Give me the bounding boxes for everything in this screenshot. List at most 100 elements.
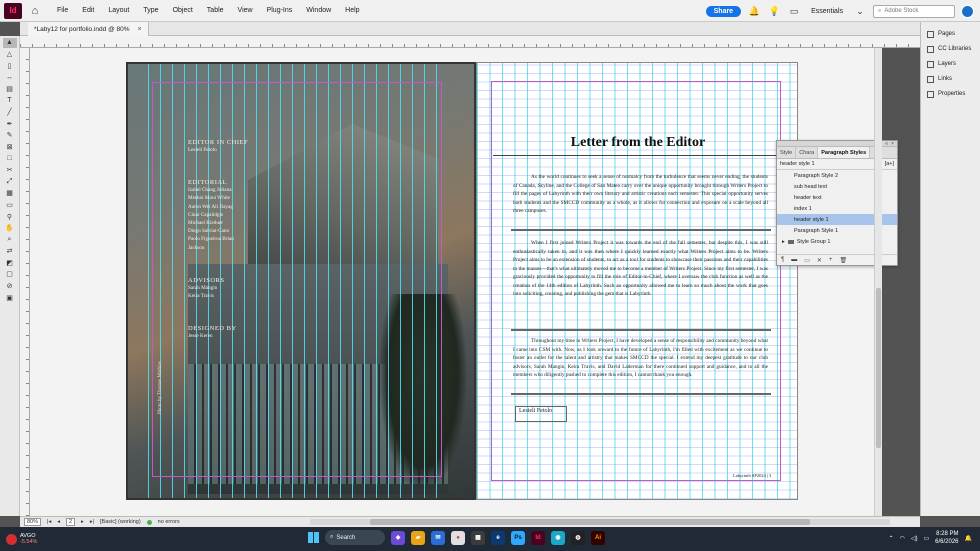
first-page-icon[interactable]: |◂ [47,519,51,525]
preflight-profile[interactable]: [Basic] (working) [100,519,141,525]
panel-layout-icon[interactable]: ▭ [787,4,801,18]
gradient-tool-icon[interactable]: ▦ [3,188,17,198]
vertical-scrollbar[interactable] [874,48,882,516]
avatar[interactable] [961,4,974,18]
vertical-ruler[interactable] [20,48,30,516]
file-explorer-icon[interactable]: ▰ [411,530,425,545]
illustrator-icon[interactable]: Ai [591,530,605,545]
panel-links[interactable]: Links [921,72,980,86]
menu-edit[interactable]: Edit [75,7,101,14]
workspace-switcher[interactable]: Essentials [807,8,847,15]
menu-view[interactable]: View [231,7,260,14]
line-tool-icon[interactable]: ╱ [3,107,17,117]
zoom-tool-icon[interactable]: ⌕ [3,235,17,245]
mail-icon[interactable]: ✉ [431,530,445,545]
menu-layout[interactable]: Layout [101,7,136,14]
share-button[interactable]: Share [705,5,742,17]
notification-icon[interactable]: 🔔 [747,4,761,18]
free-transform-tool-icon[interactable]: ⤢ [3,177,17,187]
override-icon[interactable]: ¶ [781,257,784,263]
page-tool-icon[interactable]: ▯ [3,61,17,71]
pencil-tool-icon[interactable]: ✎ [3,130,17,140]
panel-cc-libraries[interactable]: CC Libraries [921,42,980,56]
photoshop-icon[interactable]: Ps [511,530,525,545]
adobe-stock-search[interactable]: ⌕ Adobe Stock [873,4,955,18]
close-icon[interactable]: × [138,26,142,33]
selection-tool-icon[interactable]: ▲ [2,37,17,48]
edge-icon[interactable]: e [491,530,505,545]
formatting-affects-container-icon[interactable]: ▢ [3,269,17,279]
home-icon[interactable]: ⌂ [28,4,42,18]
menu-object[interactable]: Object [166,7,200,14]
menu-window[interactable]: Window [299,7,338,14]
new-style-icon[interactable]: + [829,257,833,263]
masthead-text-frame[interactable]: EDITOR IN CHIEF Lesieli Fetolo EDITORIAL… [188,136,308,340]
clock[interactable]: 8:28 PM 6/6/2026 [935,530,958,546]
tab-character-styles[interactable]: Chara [796,147,819,158]
pen-tool-icon[interactable]: ✒ [3,119,17,129]
close-icon[interactable]: × [891,141,894,147]
windows-start-icon[interactable] [308,532,319,543]
letter-paragraph-1[interactable]: As the world continues to seek a sense o… [513,173,768,216]
taskbar-search[interactable]: ⌕ Search [325,530,385,545]
fill-stroke-swatch-icon[interactable]: ◩ [3,258,17,268]
wifi-icon[interactable]: ◠ [900,535,905,542]
indesign-taskbar-icon[interactable]: Id [531,530,545,545]
content-collector-icon[interactable]: ▤ [3,84,17,94]
battery-icon[interactable]: ▭ [923,535,929,542]
tab-paragraph-styles[interactable]: Paragraph Styles [818,147,871,158]
lightbulb-icon[interactable]: 💡 [767,4,781,18]
swap-fill-stroke-icon[interactable]: ⇄ [3,246,17,256]
disclosure-triangle-icon[interactable]: ▸ [782,239,785,245]
chevron-up-icon[interactable]: ⌃ [889,535,894,542]
previous-page-icon[interactable]: ◂ [57,519,60,525]
next-page-icon[interactable]: ▸ [81,519,84,525]
rectangle-frame-tool-icon[interactable]: ⊠ [3,142,17,152]
menu-table[interactable]: Table [200,7,231,14]
direct-selection-tool-icon[interactable]: △ [3,49,17,59]
right-page[interactable]: Letter from the Editor As the world cont… [476,62,798,500]
apply-none-icon[interactable]: ⊘ [3,281,17,291]
notification-bell-icon[interactable]: 🔔 [965,535,972,542]
hand-tool-icon[interactable]: ✋ [3,223,17,233]
menu-plugins[interactable]: Plug-Ins [260,7,300,14]
type-tool-icon[interactable]: T [3,96,17,106]
horizontal-scrollbar[interactable] [310,519,890,525]
volume-icon[interactable]: ◁) [911,535,918,542]
scissors-tool-icon[interactable]: ✂ [3,165,17,175]
stock-widget[interactable]: AVGO -5.54% [0,533,110,546]
menu-help[interactable]: Help [338,7,366,14]
screen-mode-icon[interactable]: ▣ [3,293,17,303]
panel-layers[interactable]: Layers [921,57,980,71]
clear-overrides-icon[interactable]: ✕ [817,257,822,264]
gap-tool-icon[interactable]: ↔ [3,72,17,82]
note-tool-icon[interactable]: ▭ [3,200,17,210]
zoom-level[interactable]: 80% [24,518,42,526]
new-group-icon[interactable]: ▬ [791,257,797,263]
menu-file[interactable]: File [50,7,75,14]
load-styles-icon[interactable]: ▭ [804,257,810,264]
store-icon[interactable]: ▦ [471,530,485,545]
scrollbar-thumb[interactable] [370,519,810,525]
page-number-field[interactable]: 2 [65,518,76,526]
rectangle-tool-icon[interactable]: □ [3,154,17,164]
page-title[interactable]: Letter from the Editor [493,135,783,151]
chrome-icon[interactable]: ● [451,530,465,545]
left-page[interactable]: EDITOR IN CHIEF Lesieli Fetolo EDITORIAL… [126,62,476,500]
tab-cell-styles[interactable]: Style [777,147,797,158]
chevron-down-icon[interactable]: ⌄ [853,4,867,18]
create-style-marker[interactable]: [a+] [885,161,894,167]
letter-paragraph-3[interactable]: Throughout my time in Writers Project, I… [513,337,768,380]
trash-icon[interactable]: 🗑 [839,257,847,264]
app-icon[interactable]: ◍ [571,530,585,545]
preflight-errors[interactable]: no errors [158,519,180,525]
letter-paragraph-2[interactable]: When I first joined Writers Project it w… [513,239,768,299]
menu-type[interactable]: Type [136,7,165,14]
last-page-icon[interactable]: ▸| [90,519,94,525]
app-icon[interactable]: ◉ [551,530,565,545]
pasteboard[interactable]: EDITOR IN CHIEF Lesieli Fetolo EDITORIAL… [30,48,874,516]
collapse-icon[interactable]: « [885,141,888,147]
document-tab[interactable]: *Laby12 for portfolio.indd @ 80% × [28,22,149,36]
panel-properties[interactable]: Properties [921,87,980,101]
eyedropper-tool-icon[interactable]: ⚲ [3,212,17,222]
